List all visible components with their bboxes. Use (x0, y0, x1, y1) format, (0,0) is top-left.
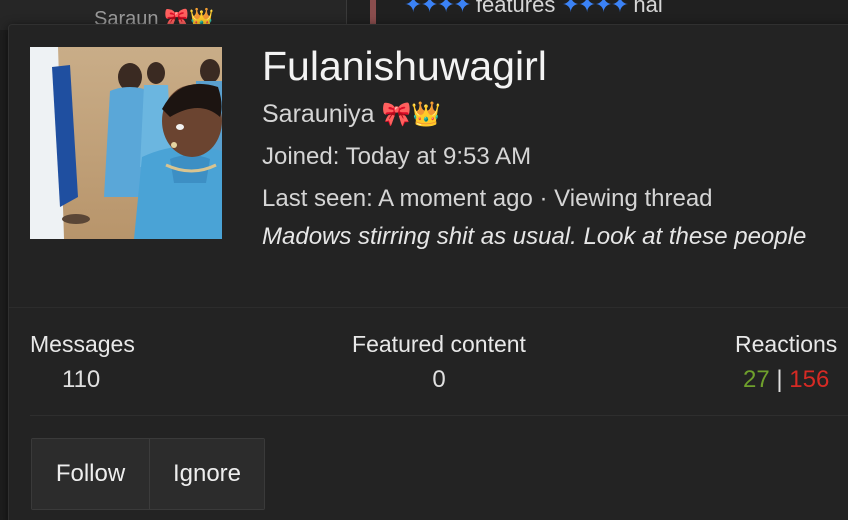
stat-messages-value[interactable]: 110 (62, 366, 140, 394)
post-body-word-right: hai (633, 0, 663, 17)
sparkles-icon: ✦✦✦✦ (561, 0, 629, 17)
post-body-word: features (475, 0, 556, 17)
member-tooltip-card: Fulanishuwagirl Sarauniya 🎀👑 Joined: Tod… (8, 24, 848, 520)
sparkles-icon: ✦✦✦✦ (404, 0, 472, 17)
ignore-button[interactable]: Ignore (150, 439, 264, 509)
stat-messages: Messages 110 (30, 331, 140, 394)
member-stats: Messages 110 Featured content 0 Reaction… (9, 325, 848, 405)
last-seen-label: Last seen: (262, 185, 373, 212)
follow-button[interactable]: Follow (32, 439, 150, 509)
joined-value: Today at 9:53 AM (345, 143, 532, 170)
member-joined: Joined: Today at 9:53 AM (262, 136, 842, 178)
post-body-text: ✦✦✦✦ features ✦✦✦✦ hai (404, 0, 663, 18)
member-last-seen: Last seen: A moment ago · Viewing thread (262, 178, 842, 220)
member-actions: Follow Ignore (31, 438, 265, 510)
last-seen-value: A moment ago · Viewing thread (378, 185, 713, 212)
stat-featured-value[interactable]: 0 (346, 366, 532, 394)
page: Saraun 🎀👑 ✦✦✦✦ features ✦✦✦✦ hai Fulanis… (0, 0, 848, 520)
bow-crown-emoji-icon: 🎀👑 (381, 101, 442, 128)
reactions-negative: 156 (789, 366, 830, 393)
avatar-image (30, 47, 222, 239)
member-username[interactable]: Fulanishuwagirl (262, 39, 842, 93)
member-info: Fulanishuwagirl Sarauniya 🎀👑 Joined: Tod… (262, 39, 842, 255)
stats-divider (30, 415, 848, 416)
member-user-title: Sarauniya 🎀👑 (262, 93, 842, 136)
reactions-positive: 27 (743, 366, 770, 393)
stat-reactions-value[interactable]: 27 | 156 (743, 366, 848, 394)
post-accent-bar (370, 0, 376, 24)
reactions-separator: | (776, 366, 783, 393)
joined-label: Joined: (262, 143, 340, 170)
member-status-message: Madows stirring shit as usual. Look at t… (262, 223, 807, 250)
member-tooltip-header: Fulanishuwagirl Sarauniya 🎀👑 Joined: Tod… (9, 25, 848, 308)
member-user-title-text: Sarauniya (262, 100, 375, 128)
stat-reactions-label: Reactions (735, 331, 838, 357)
stat-messages-label: Messages (30, 331, 135, 357)
stat-featured-label: Featured content (352, 331, 526, 357)
stat-reactions: Reactions 27 | 156 (735, 331, 848, 394)
avatar[interactable] (30, 47, 222, 239)
stat-featured-content: Featured content 0 (346, 331, 532, 394)
